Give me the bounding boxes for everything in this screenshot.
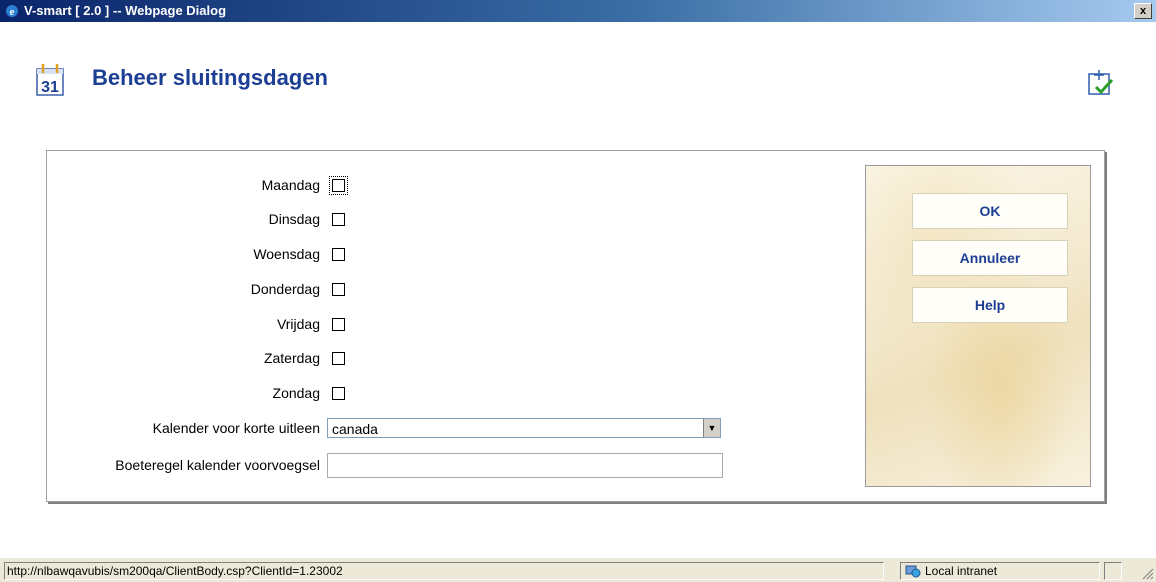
calendar-select-value: canada (332, 421, 378, 437)
page-title: Beheer sluitingsdagen (92, 65, 328, 90)
checkbox-zaterdag[interactable] (332, 352, 345, 365)
day-label-donderdag: Donderdag (250, 281, 320, 297)
day-label-zondag: Zondag (272, 385, 320, 401)
day-label-maandag: Maandag (261, 177, 320, 193)
intranet-globe-icon (905, 565, 921, 578)
checkbox-zondag[interactable] (332, 387, 345, 400)
status-url: http://nlbawqavubis/sm200qa/ClientBody.c… (4, 562, 884, 580)
checkbox-dinsdag[interactable] (332, 213, 345, 226)
day-label-vrijdag: Vrijdag (276, 316, 320, 332)
calendar-label: Kalender voor korte uitleen (152, 420, 320, 436)
svg-text:e: e (10, 6, 15, 18)
cancel-button[interactable]: Annuleer (912, 240, 1068, 276)
help-button[interactable]: Help (912, 287, 1068, 323)
calendar-select[interactable]: canada ▼ (327, 418, 721, 438)
prefix-input[interactable] (327, 453, 723, 478)
window-title: V-smart [ 2.0 ] -- Webpage Dialog (24, 3, 227, 18)
status-bar: http://nlbawqavubis/sm200qa/ClientBody.c… (0, 557, 1156, 582)
ie-icon: e (6, 5, 18, 18)
day-label-dinsdag: Dinsdag (268, 211, 320, 227)
ok-button[interactable]: OK (912, 193, 1068, 229)
window-titlebar: e V-smart [ 2.0 ] -- Webpage Dialog x (0, 0, 1156, 22)
checkbox-woensdag[interactable] (332, 248, 345, 261)
calendar-icon: 31 (36, 64, 64, 96)
status-zone: Local intranet (900, 562, 1100, 580)
day-label-zaterdag: Zaterdag (263, 350, 320, 366)
close-button[interactable]: x (1134, 3, 1152, 19)
resize-grip-icon[interactable] (1140, 566, 1154, 580)
checkbox-vrijdag[interactable] (332, 318, 345, 331)
svg-text:31: 31 (41, 79, 59, 96)
checkbox-donderdag[interactable] (332, 283, 345, 296)
checkbox-maandag[interactable] (329, 176, 348, 195)
checkmark-icon[interactable] (1088, 70, 1114, 96)
prefix-label: Boeteregel kalender voorvoegsel (115, 457, 320, 473)
status-segment (1104, 562, 1122, 580)
day-label-woensdag: Woensdag (253, 246, 320, 262)
zone-label: Local intranet (925, 564, 998, 578)
chevron-down-icon[interactable]: ▼ (703, 419, 720, 437)
